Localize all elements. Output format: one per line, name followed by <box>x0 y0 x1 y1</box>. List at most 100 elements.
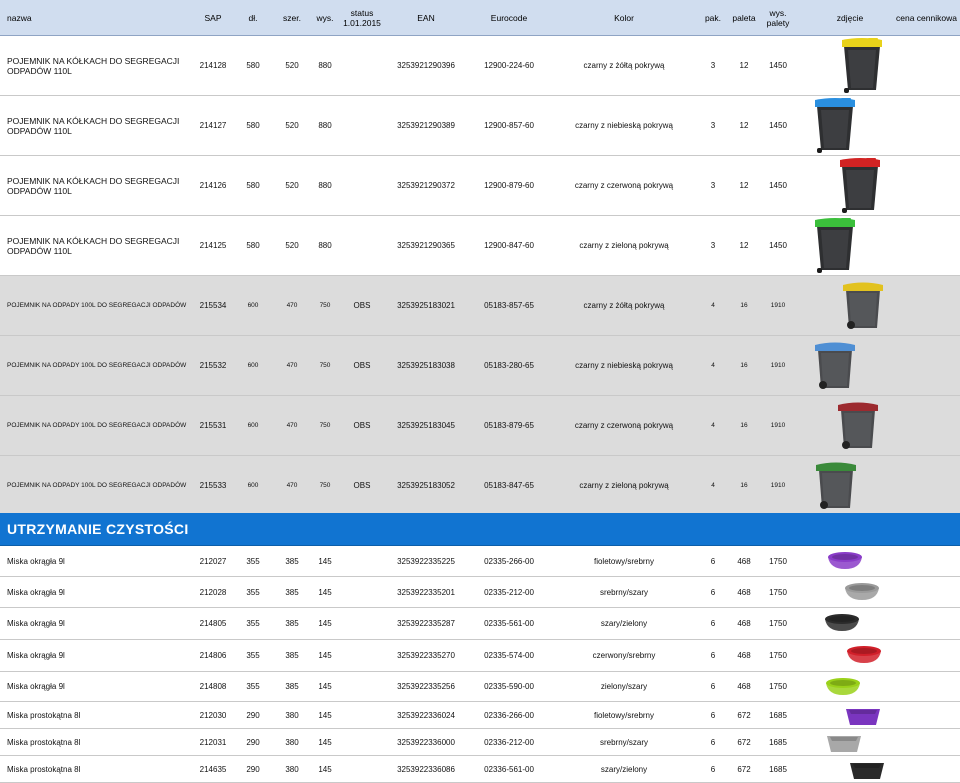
ean-cell: 3253925183038 <box>397 361 455 370</box>
length-cell: 600 <box>247 422 259 429</box>
pack-cell: 6 <box>710 651 716 660</box>
status-cell: OBS <box>353 301 371 310</box>
pallet-height-cell: 1750 <box>769 682 787 691</box>
eurocode-cell: 05183-847-65 <box>484 481 534 490</box>
pack-cell: 6 <box>710 682 716 691</box>
status-cell: OBS <box>353 361 371 370</box>
col-pack-header: pak. <box>704 12 722 23</box>
section-header: UTRZYMANIE CZYSTOŚCI <box>0 513 960 546</box>
pallet-height-cell: 1910 <box>770 482 786 489</box>
pack-cell: 4 <box>711 302 715 309</box>
table-row: Miska prostokątna 8l 212031 290 380 145 32539… <box>0 729 960 756</box>
eurocode-cell: 02335-574-00 <box>484 651 534 660</box>
table-row: POJEMNIK NA ODPADY 100L DO SEGREGACJI OD… <box>0 276 960 336</box>
eurocode-cell: 05183-879-65 <box>484 421 534 430</box>
ean-cell: 3253922336000 <box>397 737 455 747</box>
pack-cell: 4 <box>711 362 715 369</box>
pallet-cell: 12 <box>739 121 749 130</box>
color-cell: czarny z zieloną pokrywą <box>579 241 669 250</box>
length-cell: 355 <box>246 619 260 628</box>
sap-cell: 214128 <box>199 61 227 70</box>
pallet-cell: 672 <box>737 764 751 774</box>
width-cell: 385 <box>285 619 299 628</box>
height-cell: 880 <box>318 181 332 190</box>
width-cell: 520 <box>285 61 299 70</box>
ean-cell: 3253922335256 <box>397 682 455 691</box>
height-cell: 750 <box>319 422 331 429</box>
color-cell: srebrny/szary <box>599 587 648 597</box>
ean-cell: 3253922335287 <box>397 619 455 628</box>
product-name: Miska prostokątna 8l <box>7 764 81 774</box>
ean-cell: 3253925183045 <box>397 421 455 430</box>
waste-bin-photo <box>816 462 856 509</box>
pack-cell: 6 <box>710 764 716 774</box>
sap-cell: 212031 <box>199 737 227 747</box>
table-row: Miska okrągła 9l 212028 355 385 145 325392233… <box>0 577 960 608</box>
width-cell: 470 <box>286 482 298 489</box>
pallet-cell: 468 <box>737 619 751 628</box>
pallet-cell: 16 <box>740 362 748 369</box>
length-cell: 600 <box>247 482 259 489</box>
table-row: Miska okrągła 9l 214806 355 385 145 325392233… <box>0 640 960 672</box>
bowl-photo <box>826 678 860 695</box>
height-cell: 750 <box>319 302 331 309</box>
bowl-photo <box>825 614 859 631</box>
pallet-height-cell: 1910 <box>770 362 786 369</box>
product-name: POJEMNIK NA KÓŁKACH DO SEGREGACJI ODPADÓW… <box>7 156 192 215</box>
eurocode-cell: 12900-879-60 <box>484 181 534 190</box>
pallet-cell: 672 <box>737 710 751 720</box>
table-row: Miska okrągła 9l 214805 355 385 145 325392233… <box>0 608 960 640</box>
eurocode-cell: 12900-857-60 <box>484 121 534 130</box>
pallet-height-cell: 1750 <box>769 556 787 566</box>
product-name-line1: POJEMNIK NA KÓŁKACH DO SEGREGACJI <box>7 115 180 126</box>
sap-cell: 215533 <box>199 481 227 490</box>
product-name: POJEMNIK NA KÓŁKACH DO SEGREGACJI ODPADÓW… <box>7 96 192 155</box>
pallet-height-cell: 1910 <box>770 422 786 429</box>
bowl-photo <box>850 763 884 779</box>
height-cell: 880 <box>318 241 332 250</box>
table-row: Miska okrągła 9l 212027 355 385 145 325392233… <box>0 546 960 577</box>
color-cell: czerwony/srebrny <box>592 651 656 660</box>
eurocode-cell: 02335-212-00 <box>484 587 534 597</box>
pallet-cell: 468 <box>737 682 751 691</box>
length-cell: 580 <box>246 241 260 250</box>
sap-cell: 215531 <box>199 421 227 430</box>
sap-cell: 214127 <box>199 121 227 130</box>
eurocode-cell: 02335-561-00 <box>484 619 534 628</box>
pallet-cell: 12 <box>739 181 749 190</box>
color-cell: szary/zielony <box>600 764 648 774</box>
col-sap-header: SAP <box>204 12 222 23</box>
length-cell: 355 <box>246 556 260 566</box>
pallet-cell: 468 <box>737 556 751 566</box>
product-name: POJEMNIK NA ODPADY 100L DO SEGREGACJI OD… <box>7 482 187 489</box>
product-name: Miska okrągła 9l <box>7 556 65 566</box>
status-cell: OBS <box>353 421 371 430</box>
length-cell: 290 <box>246 737 260 747</box>
width-cell: 385 <box>285 556 299 566</box>
pallet-height-header-line2: palety <box>766 17 790 28</box>
pack-cell: 4 <box>711 482 715 489</box>
col-height-header: wys. <box>316 12 334 23</box>
height-cell: 145 <box>318 587 332 597</box>
width-cell: 380 <box>285 764 299 774</box>
product-name: Miska prostokątna 8l <box>7 737 81 747</box>
eurocode-cell: 12900-847-60 <box>484 241 534 250</box>
table-row: POJEMNIK NA KÓŁKACH DO SEGREGACJI ODPADÓW… <box>0 216 960 276</box>
sap-cell: 214126 <box>199 181 227 190</box>
length-cell: 355 <box>246 682 260 691</box>
ean-cell: 3253925183052 <box>397 481 455 490</box>
pack-cell: 6 <box>710 587 716 597</box>
price-list-sheet: nazwa SAP dł. szer. wys. status 1.01.201… <box>0 0 960 783</box>
ean-cell: 3253922336024 <box>397 710 455 720</box>
status-header-line1: status <box>350 7 374 18</box>
pallet-height-cell: 1450 <box>769 121 787 130</box>
ean-cell: 3253922335270 <box>397 651 455 660</box>
ean-cell: 3253921290372 <box>397 181 455 190</box>
product-name: Miska okrągła 9l <box>7 619 65 628</box>
width-cell: 520 <box>285 181 299 190</box>
pallet-height-cell: 1750 <box>769 651 787 660</box>
pallet-height-cell: 1910 <box>770 302 786 309</box>
sap-cell: 212030 <box>199 710 227 720</box>
table-row: POJEMNIK NA KÓŁKACH DO SEGREGACJI ODPADÓW… <box>0 96 960 156</box>
pallet-cell: 12 <box>739 61 749 70</box>
